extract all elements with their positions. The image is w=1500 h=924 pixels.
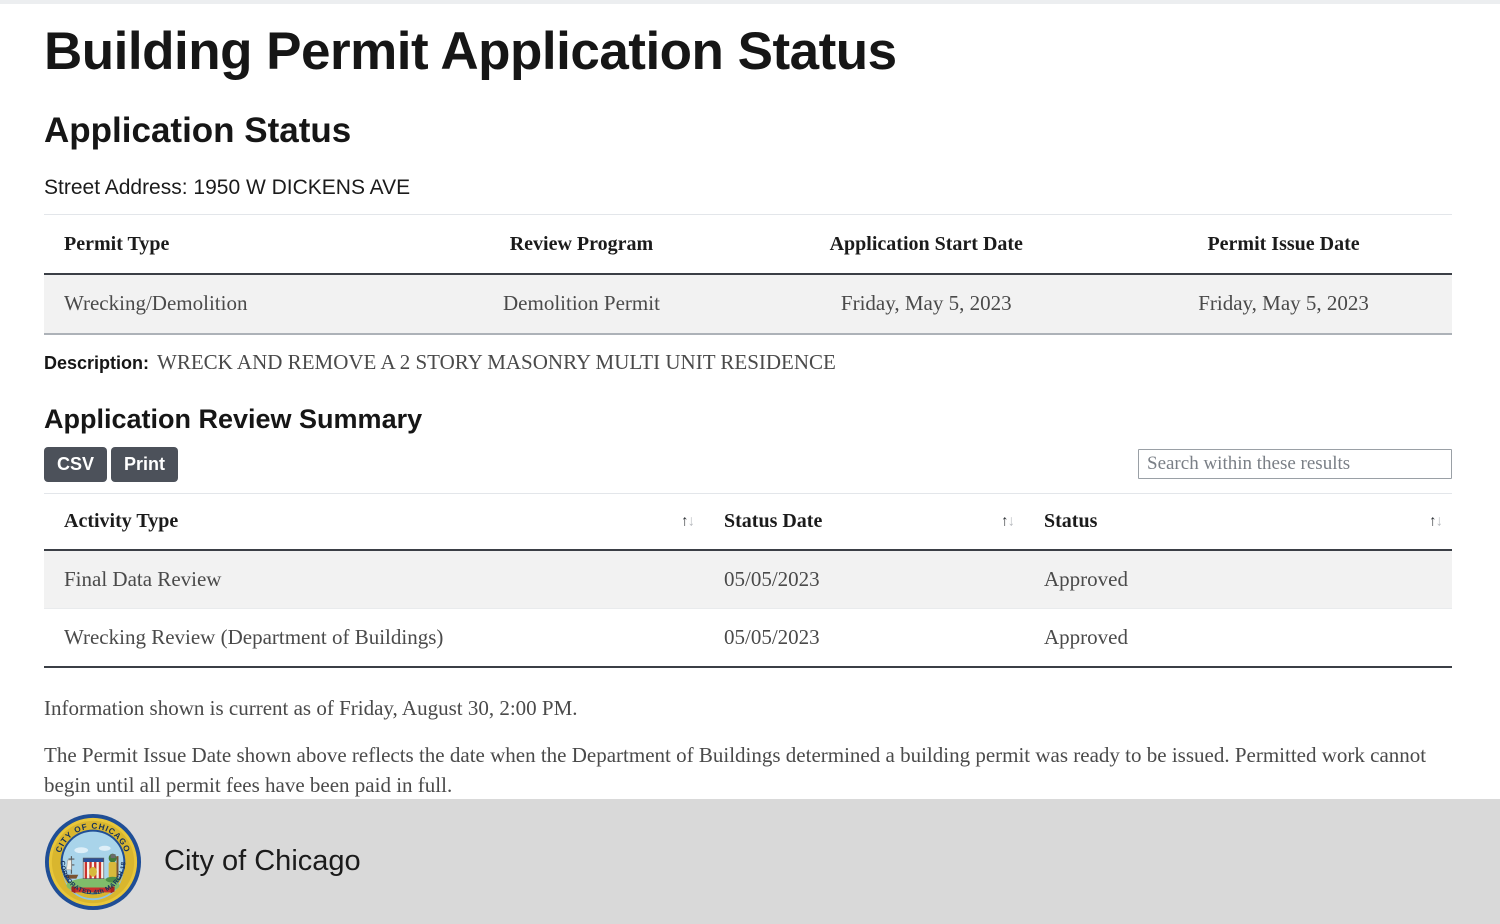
csv-button[interactable]: CSV <box>44 447 108 483</box>
application-review-summary-table: Activity Type ↑↓ Status Date ↑↓ Status ↑… <box>44 493 1452 669</box>
cell-status: Approved <box>1024 608 1452 669</box>
note-permit-issue-date: The Permit Issue Date shown above reflec… <box>44 743 1427 797</box>
sort-icon[interactable]: ↑↓ <box>681 513 695 530</box>
cell-activity-type: Final Data Review <box>44 550 704 610</box>
column-header-activity-type[interactable]: Activity Type ↑↓ <box>44 493 704 552</box>
sort-icon[interactable]: ↑↓ <box>1001 513 1015 530</box>
search-input[interactable] <box>1138 449 1452 480</box>
section-title-application-status: Application Status <box>44 111 352 151</box>
description-label: Description: <box>44 352 150 373</box>
cell-status-date: 05/05/2023 <box>704 608 1024 669</box>
column-header-permit-issue-date: Permit Issue Date <box>1115 213 1452 275</box>
column-header-review-program: Review Program <box>425 213 738 275</box>
page-footer: CITY OF CHICAGO INCORPORATED 4th MARCH 1… <box>0 799 1500 924</box>
column-header-application-start-date: Application Start Date <box>737 213 1116 275</box>
footer-label: City of Chicago <box>164 845 361 877</box>
sort-descending-icon: ↓ <box>1007 513 1015 530</box>
description-line: Description: WRECK AND REMOVE A 2 STORY M… <box>44 349 1456 377</box>
search-container <box>1138 449 1452 480</box>
cell-application-start-date: Friday, May 5, 2023 <box>737 273 1116 335</box>
column-header-permit-type: Permit Type <box>44 213 426 275</box>
page-content: Building Permit Application Status Appli… <box>0 22 1500 801</box>
review-summary-toolbar: CSV Print <box>44 447 1452 487</box>
cell-permit-issue-date: Friday, May 5, 2023 <box>1115 273 1452 335</box>
description-value: WRECK AND REMOVE A 2 STORY MASONRY MULTI… <box>157 349 836 374</box>
table-row: Wrecking/Demolition Demolition Permit Fr… <box>44 273 1452 335</box>
note-information-currency: Information shown is current as of Frida… <box>44 696 578 721</box>
city-of-chicago-seal-icon: CITY OF CHICAGO INCORPORATED 4th MARCH 1… <box>44 813 142 910</box>
column-header-status-date[interactable]: Status Date ↑↓ <box>704 493 1024 552</box>
street-address: Street Address: 1950 W DICKENS AVE <box>44 175 411 199</box>
subsection-title-review-summary: Application Review Summary <box>44 404 423 435</box>
table-header-row: Activity Type ↑↓ Status Date ↑↓ Status ↑… <box>44 493 1452 552</box>
cell-activity-type: Wrecking Review (Department of Buildings… <box>44 608 704 669</box>
table-header-row: Permit Type Review Program Application S… <box>44 213 1452 275</box>
permit-details-table: Permit Type Review Program Application S… <box>44 213 1452 335</box>
column-header-status-date-label: Status Date <box>724 510 823 533</box>
column-header-activity-type-label: Activity Type <box>64 510 179 533</box>
sort-icon[interactable]: ↑↓ <box>1429 513 1443 530</box>
page-title: Building Permit Application Status <box>44 22 897 81</box>
print-button[interactable]: Print <box>111 447 179 483</box>
cell-status-date: 05/05/2023 <box>704 550 1024 610</box>
top-strip <box>0 0 1500 4</box>
sort-descending-icon: ↓ <box>1435 513 1443 530</box>
column-header-status[interactable]: Status ↑↓ <box>1024 493 1452 552</box>
cell-review-program: Demolition Permit <box>425 273 738 335</box>
table-row: Wrecking Review (Department of Buildings… <box>44 608 1452 669</box>
cell-status: Approved <box>1024 550 1452 610</box>
cell-permit-type: Wrecking/Demolition <box>44 273 426 335</box>
sort-descending-icon: ↓ <box>687 513 695 530</box>
table-row: Final Data Review 05/05/2023 Approved <box>44 550 1452 610</box>
export-button-group: CSV Print <box>44 447 179 483</box>
column-header-status-label: Status <box>1044 510 1098 533</box>
